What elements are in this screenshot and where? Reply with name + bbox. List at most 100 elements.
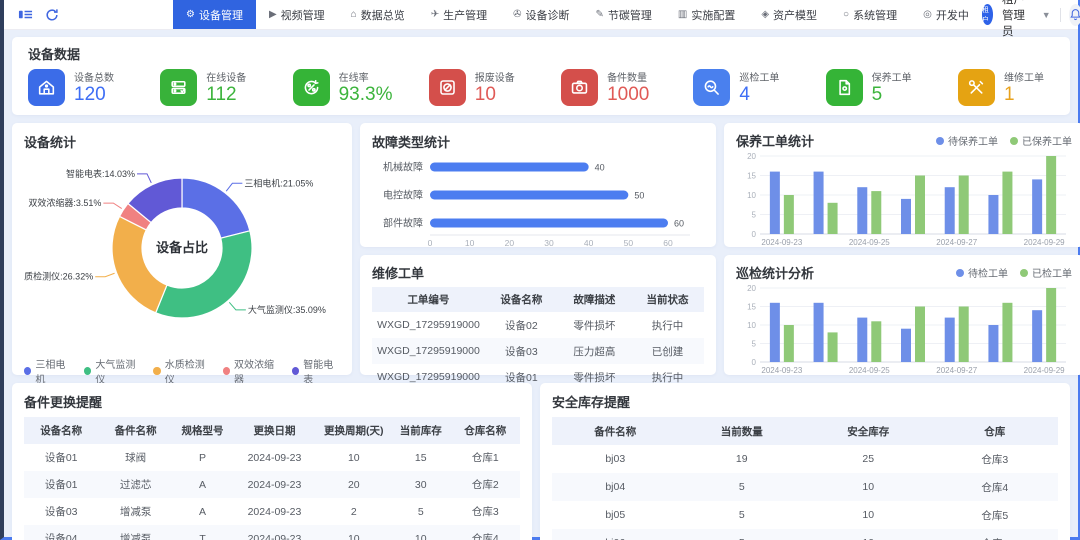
bar-已检工单-2024-09-24[interactable]: [828, 332, 838, 362]
bar-待检工单-2024-09-26[interactable]: [901, 329, 911, 362]
legend-item-智能电表[interactable]: 智能电表: [292, 356, 340, 386]
tab-8[interactable]: ○系统管理: [830, 0, 910, 29]
y-tick: 0: [752, 358, 757, 367]
x-tick: 30: [544, 238, 554, 248]
table-cell: 25: [805, 445, 932, 473]
legend-item-双效浓缩器[interactable]: 双效浓缩器: [223, 356, 280, 386]
bar-待检工单-2024-09-25[interactable]: [857, 318, 867, 362]
tab-2[interactable]: ⌂数据总览: [338, 0, 418, 29]
bar-已保养工单-2024-09-29[interactable]: [1046, 156, 1056, 234]
stat-card-4: 备件数量 1000: [561, 69, 657, 106]
table-cell: 仓库5: [932, 501, 1059, 529]
bar-机械故障[interactable]: [430, 163, 589, 172]
donut-slice-水质检测仪[interactable]: [112, 216, 167, 312]
bar-待检工单-2024-09-27[interactable]: [945, 318, 955, 362]
x-tick: 2024-09-29: [1024, 366, 1065, 375]
table-header-row: 设备名称备件名称规格型号更换日期更换周期(天)当前库存仓库名称: [24, 417, 520, 444]
bar-已检工单-2024-09-27[interactable]: [959, 307, 969, 363]
device-stats-panel: 设备统计 三相电机:21.05%大气监测仪:35.09%水质检测仪:26.32%…: [12, 123, 352, 375]
legend-item-待检工单[interactable]: 待检工单: [956, 265, 1008, 280]
bar-已检工单-2024-09-26[interactable]: [915, 307, 925, 363]
table-row: 设备01球阀P2024-09-231015仓库1: [24, 444, 520, 471]
video-icon: ▶: [269, 9, 277, 20]
table-cell: 2024-09-23: [232, 444, 316, 471]
bar-待保养工单-2024-09-24[interactable]: [814, 172, 824, 234]
safety-stock-table: 备件名称当前数量安全库存仓库bj031925仓库3bj04510仓库4bj055…: [552, 417, 1058, 540]
column-header: 设备名称: [24, 417, 98, 444]
panel-title: 维修工单: [372, 263, 704, 282]
bar-待检工单-2024-09-28[interactable]: [988, 325, 998, 362]
bar-已检工单-2024-09-23[interactable]: [784, 325, 794, 362]
bar-已检工单-2024-09-25[interactable]: [871, 321, 881, 362]
device-donut-chart: 三相电机:21.05%大气监测仪:35.09%水质检测仪:26.32%双效浓缩器…: [24, 151, 340, 349]
tab-4[interactable]: ✇设备诊断: [500, 0, 582, 29]
y-tick: 20: [747, 284, 756, 293]
avatar[interactable]: 租户: [982, 4, 993, 25]
tab-1[interactable]: ▶视频管理: [256, 0, 338, 29]
bar-已保养工单-2024-09-25[interactable]: [871, 191, 881, 234]
bar-待保养工单-2024-09-27[interactable]: [945, 187, 955, 234]
column-header: 安全库存: [805, 417, 932, 445]
legend-item-三相电机[interactable]: 三相电机: [24, 356, 72, 386]
legend-item-水质检测仪[interactable]: 水质检测仪: [153, 356, 210, 386]
panel-title: 安全库存提醒: [552, 392, 1058, 411]
bar-部件故障[interactable]: [430, 219, 668, 228]
collapse-menu-icon[interactable]: [12, 0, 39, 29]
stat-value: 93.3%: [339, 84, 393, 106]
tab-5[interactable]: ✎节碳管理: [583, 0, 665, 29]
refresh-icon[interactable]: [39, 0, 65, 29]
bar-已保养工单-2024-09-28[interactable]: [1002, 172, 1012, 234]
bar-已保养工单-2024-09-26[interactable]: [915, 176, 925, 235]
stat-cards-row: 设备总数 120 在线设备 112 在线率 93.3% 报废设备 10 备件数量…: [28, 69, 1054, 106]
bar-待检工单-2024-09-29[interactable]: [1032, 310, 1042, 362]
notification-bell-icon[interactable]: [1069, 4, 1080, 26]
bar-待检工单-2024-09-23[interactable]: [770, 303, 780, 362]
column-header: 仓库: [932, 417, 1059, 445]
bar-已保养工单-2024-09-27[interactable]: [959, 176, 969, 235]
tab-3[interactable]: ✈生产管理: [418, 0, 500, 29]
table-row: bj05510仓库5: [552, 501, 1058, 529]
legend-dot: [936, 137, 944, 145]
bar-已保养工单-2024-09-23[interactable]: [784, 195, 794, 234]
table-cell: 10: [805, 529, 932, 540]
table-cell: 仓库4: [451, 525, 520, 540]
legend-item-已检工单[interactable]: 已检工单: [1020, 265, 1072, 280]
table-cell: WXGD_17295919000: [372, 338, 485, 364]
bar-已检工单-2024-09-29[interactable]: [1046, 288, 1056, 362]
bar-待保养工单-2024-09-25[interactable]: [857, 187, 867, 234]
bar-待检工单-2024-09-24[interactable]: [814, 303, 824, 362]
percent-icon: [293, 69, 330, 106]
bar-待保养工单-2024-09-28[interactable]: [988, 195, 998, 234]
bar-已检工单-2024-09-28[interactable]: [1002, 303, 1012, 362]
bar-电控故障[interactable]: [430, 191, 628, 200]
building-icon: [28, 69, 65, 106]
bar-待保养工单-2024-09-23[interactable]: [770, 172, 780, 234]
table-cell: 10: [391, 525, 451, 540]
donut-label-line: [103, 203, 121, 208]
tab-0[interactable]: ⚙设备管理: [173, 0, 256, 29]
table-cell: 20: [317, 471, 391, 498]
legend-item-大气监测仪[interactable]: 大气监测仪: [84, 356, 141, 386]
legend-item-待保养工单[interactable]: 待保养工单: [936, 133, 998, 148]
table-cell: 2024-09-23: [232, 471, 316, 498]
tab-7[interactable]: ◈资产模型: [748, 0, 830, 29]
fault-bar-chart: 0102030405060机械故障40电控故障50部件故障60: [372, 151, 704, 249]
legend-item-已保养工单[interactable]: 已保养工单: [1010, 133, 1072, 148]
table-cell: 仓库3: [932, 445, 1059, 473]
donut-slice-三相电机[interactable]: [182, 178, 250, 238]
x-tick: 50: [624, 238, 634, 248]
x-tick: 20: [505, 238, 515, 248]
table-cell: A: [173, 498, 233, 525]
x-tick: 2024-09-25: [849, 238, 890, 247]
column-header: 当前库存: [391, 417, 451, 444]
bar-已保养工单-2024-09-24[interactable]: [828, 203, 838, 234]
column-header: 设备名称: [485, 287, 558, 312]
table-cell: 球阀: [98, 444, 172, 471]
bar-待保养工单-2024-09-29[interactable]: [1032, 179, 1042, 234]
column-header: 更换日期: [232, 417, 316, 444]
bar-待保养工单-2024-09-26[interactable]: [901, 199, 911, 234]
stat-value: 112: [206, 84, 246, 106]
chevron-down-icon[interactable]: ▼: [1042, 10, 1051, 20]
tab-6[interactable]: ▥实施配置: [665, 0, 748, 29]
tab-9[interactable]: ◎开发中: [910, 0, 982, 29]
